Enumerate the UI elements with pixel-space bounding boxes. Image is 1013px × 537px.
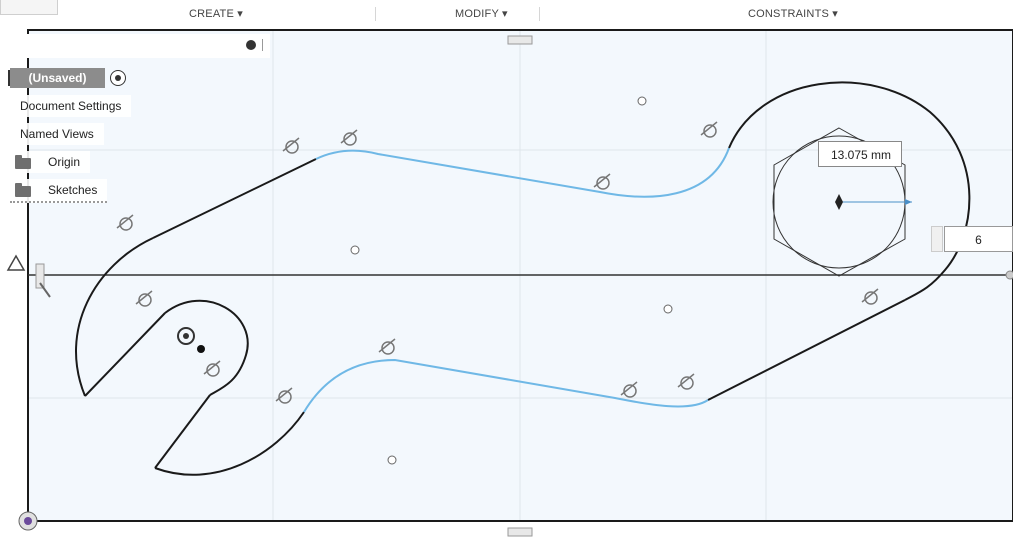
collapse-icon[interactable] [246, 40, 256, 50]
browser-item-origin[interactable]: Origin [10, 151, 91, 173]
origin-center-icon [24, 517, 32, 525]
constraints-menu[interactable]: CONSTRAINTS ▾ [748, 7, 838, 20]
toolbar-left-fragment [0, 0, 58, 15]
dimension-input[interactable]: 13.075 mm [818, 141, 902, 167]
arc-center-dot [183, 333, 189, 339]
toolbar-divider [539, 7, 540, 21]
folder-icon [15, 183, 31, 197]
active-radio-icon[interactable] [110, 70, 126, 86]
axis-end-point[interactable] [1005, 270, 1013, 280]
browser-item-sketches[interactable]: Sketches [10, 179, 108, 203]
folder-icon [15, 155, 31, 169]
pin-icon[interactable] [262, 39, 263, 51]
polygon-sides-input[interactable]: 6 [944, 226, 1013, 252]
create-menu[interactable]: CREATE ▾ [189, 7, 243, 20]
sides-input-handle[interactable] [931, 226, 943, 252]
bottom-handle-icon[interactable] [507, 527, 533, 537]
browser-item-named-views[interactable]: Named Views [10, 123, 104, 145]
browser-header [8, 34, 270, 58]
browser-item-label: Origin [48, 155, 81, 169]
sketch-canvas[interactable] [0, 27, 1013, 537]
modify-menu[interactable]: MODIFY ▾ [455, 7, 508, 20]
sketch-point-filled[interactable] [197, 345, 205, 353]
top-handle-icon[interactable] [507, 35, 533, 45]
document-name[interactable]: (Unsaved) [10, 68, 105, 88]
toolbar-divider [375, 7, 376, 21]
browser-item-document-settings[interactable]: Document Settings [10, 95, 132, 117]
toolbar: CREATE ▾ MODIFY ▾ CONSTRAINTS ▾ [0, 0, 1013, 27]
browser-item-label: Sketches [48, 183, 98, 197]
